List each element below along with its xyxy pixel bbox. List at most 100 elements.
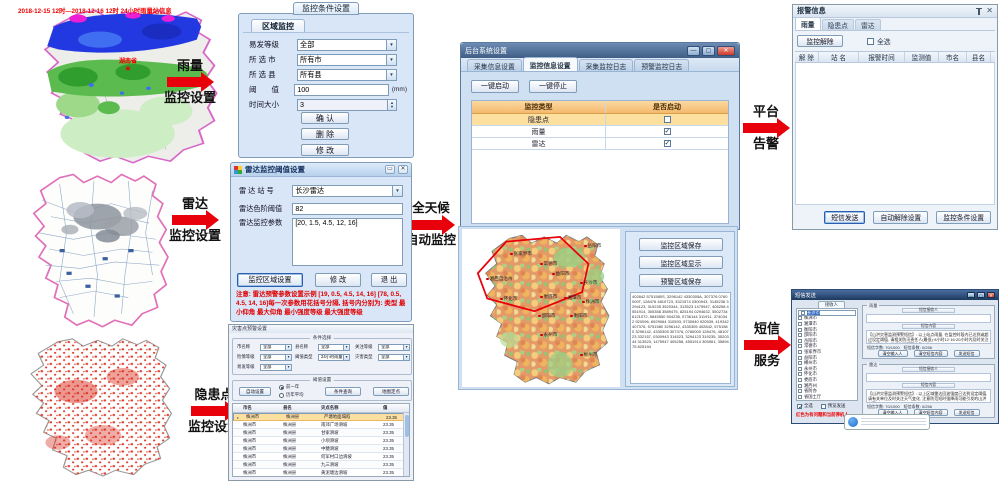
auto-set-button[interactable]: 自动设置 bbox=[239, 387, 271, 396]
tab-1[interactable]: 监控信息设置 bbox=[523, 57, 578, 71]
checkbox-icon[interactable] bbox=[798, 339, 802, 343]
checkbox-icon[interactable] bbox=[797, 404, 802, 409]
taskbar-item[interactable] bbox=[844, 414, 930, 430]
close-button[interactable]: ✕ bbox=[717, 46, 735, 56]
checkbox-icon[interactable] bbox=[821, 404, 826, 409]
radio-icon[interactable] bbox=[279, 385, 284, 390]
color-threshold-input[interactable]: 82 bbox=[292, 203, 403, 215]
table-row[interactable]: 隐患点 bbox=[472, 114, 728, 126]
checkbox-icon[interactable] bbox=[798, 316, 802, 320]
chevron-down-icon[interactable]: ▼ bbox=[285, 345, 291, 350]
save-region-button[interactable]: 监控区域保存 bbox=[639, 238, 723, 251]
table-row[interactable]: 株洲市株洲县甘家滑坡23.35 bbox=[233, 429, 409, 437]
checkbox-icon[interactable] bbox=[798, 395, 802, 399]
radio-prev-year[interactable]: 前一年 bbox=[279, 384, 299, 390]
minimize-button[interactable]: ▭ bbox=[385, 165, 395, 174]
stop-all-button[interactable]: 一键停止 bbox=[529, 80, 577, 93]
checkbox-icon[interactable] bbox=[801, 311, 805, 315]
close-button[interactable]: ✕ bbox=[398, 165, 408, 174]
sms-content-box[interactable]: 【山洪灾害监测预警短信】: 以上区域雷达回波强度已达到设定阈值, 请有关单位及时… bbox=[866, 389, 991, 403]
checkbox-icon[interactable] bbox=[798, 322, 802, 326]
send-sms-button[interactable]: 短信发送 bbox=[824, 211, 865, 224]
table-row[interactable]: 株洲市株洲县黄泥塘边滑坡23.35 bbox=[233, 469, 409, 477]
start-all-button[interactable]: 一键启动 bbox=[471, 80, 519, 93]
tree-item[interactable]: 长沙市 bbox=[798, 310, 856, 316]
region-coords-textarea[interactable]: 402842 5751580S, 3296142 4330305A, 30737… bbox=[630, 292, 731, 384]
chevron-down-icon[interactable]: ▼ bbox=[386, 70, 396, 80]
tab-2[interactable]: 采集监控日志 bbox=[579, 59, 634, 71]
table-row[interactable]: 雨量 bbox=[472, 126, 728, 138]
recipients-box[interactable] bbox=[866, 373, 991, 382]
send-sms-button[interactable]: 发送短信 bbox=[954, 350, 980, 357]
auto-release-settings-button[interactable]: 自动解除设置 bbox=[873, 211, 928, 224]
chevron-down-icon[interactable]: ▼ bbox=[392, 186, 402, 196]
alarm-tab-0[interactable]: 雨量 bbox=[795, 17, 821, 30]
recipients-box[interactable] bbox=[866, 314, 991, 323]
table-row[interactable]: ▸株洲市株洲县严塘地面塌陷23.35 bbox=[233, 413, 409, 421]
sms-content-box[interactable]: 【山洪灾害监测预警短信】: 以上站点雨量, 在监控时段内已达到或超过设定阈值, … bbox=[866, 330, 991, 344]
chevron-down-icon[interactable]: ▼ bbox=[285, 355, 291, 360]
checkbox-icon[interactable] bbox=[798, 372, 802, 376]
close-icon[interactable]: ✕ bbox=[986, 7, 993, 15]
chevron-down-icon[interactable]: ▼ bbox=[386, 55, 396, 65]
checkbox-icon[interactable] bbox=[798, 389, 802, 393]
checkbox-icon[interactable] bbox=[798, 367, 802, 371]
tab-3[interactable]: 预警监控日志 bbox=[634, 59, 689, 71]
alarm-tab-1[interactable]: 隐患点 bbox=[822, 19, 854, 30]
threshold-input[interactable]: 100 bbox=[294, 84, 389, 96]
city-select[interactable]: 所有市▼ bbox=[297, 54, 397, 66]
chevron-down-icon[interactable]: ▼ bbox=[343, 355, 349, 360]
county-select[interactable]: 所有县▼ bbox=[297, 69, 397, 81]
checkbox-icon[interactable] bbox=[798, 350, 802, 354]
checkbox-icon[interactable] bbox=[664, 140, 671, 147]
release-monitor-button[interactable]: 监控解除 bbox=[797, 35, 843, 47]
confirm-button[interactable]: 确 认 bbox=[301, 112, 349, 124]
monitor-condition-settings-button[interactable]: 监控条件设置 bbox=[936, 211, 991, 224]
pin-icon[interactable] bbox=[975, 8, 982, 15]
clear-content-button[interactable]: 清空短信内容 bbox=[914, 350, 948, 357]
table-row[interactable]: 株洲市株洲县中糖滑坡23.35 bbox=[233, 445, 409, 453]
table-row[interactable]: 株洲市株洲县九三滑坡23.35 bbox=[233, 461, 409, 469]
filter-select[interactable]: 全部▼ bbox=[260, 354, 292, 361]
checkbox-icon[interactable] bbox=[664, 128, 671, 135]
radar-params-textarea[interactable]: [20, 1.5, 4.5, 12, 16] bbox=[292, 218, 403, 266]
tree-item[interactable]: 省国土厅 bbox=[798, 394, 856, 400]
minimize-button[interactable]: — bbox=[687, 46, 700, 56]
chevron-down-icon[interactable]: ▼ bbox=[343, 345, 349, 350]
radio-icon[interactable] bbox=[279, 393, 284, 398]
preview-send-checkbox[interactable]: 预览发送 bbox=[821, 403, 846, 409]
checkbox-icon[interactable] bbox=[664, 116, 671, 123]
filter-select[interactable]: 全部▼ bbox=[378, 354, 410, 361]
exit-button[interactable]: 退 出 bbox=[371, 273, 407, 287]
filter-select[interactable]: 全部▼ bbox=[260, 364, 292, 371]
filter-select[interactable]: 全部▼ bbox=[378, 344, 410, 351]
radio-year-average[interactable]: 历年平均 bbox=[279, 392, 304, 398]
delete-button[interactable]: 删 除 bbox=[301, 128, 349, 140]
checkbox-icon[interactable] bbox=[798, 333, 802, 337]
checkbox-icon[interactable] bbox=[798, 384, 802, 388]
chevron-down-icon[interactable]: ▼ bbox=[285, 365, 291, 370]
table-row[interactable]: 株洲市株洲县何军村口边滑坡23.35 bbox=[233, 453, 409, 461]
alarm-tab-2[interactable]: 雷达 bbox=[855, 19, 881, 30]
checkbox-icon[interactable] bbox=[798, 328, 802, 332]
checkbox-icon[interactable] bbox=[867, 38, 874, 45]
clear-recipients-button[interactable]: 清空输入人 bbox=[878, 350, 908, 357]
prone-level-select[interactable]: 全部▼ bbox=[297, 39, 397, 51]
monitor-region-set-button[interactable]: 监控区域设置 bbox=[237, 273, 303, 287]
chevron-down-icon[interactable]: ▼ bbox=[403, 345, 409, 350]
select-all-checkbox[interactable]: 全选 bbox=[797, 403, 813, 409]
spinner-arrows-icon[interactable]: ▲▼ bbox=[387, 100, 396, 110]
table-row[interactable]: 雷达 bbox=[472, 138, 728, 150]
checkbox-icon[interactable] bbox=[798, 344, 802, 348]
tab-0[interactable]: 采集信息设置 bbox=[467, 59, 522, 71]
maximize-button[interactable]: ▢ bbox=[702, 46, 715, 56]
scrollbar[interactable] bbox=[403, 413, 409, 476]
tab-region-monitor[interactable]: 区域监控 bbox=[251, 19, 305, 32]
maximize-button[interactable]: ▢ bbox=[977, 292, 985, 298]
map-locate-button[interactable]: 地图定点 bbox=[373, 387, 409, 396]
modify-button[interactable]: 修 改 bbox=[315, 273, 361, 287]
show-region-button[interactable]: 监控区域显示 bbox=[639, 256, 723, 269]
send-sms-button[interactable]: 发送短信 bbox=[954, 409, 980, 416]
minimize-button[interactable]: — bbox=[967, 292, 975, 298]
select-all-checkbox[interactable]: 全选 bbox=[867, 36, 891, 46]
